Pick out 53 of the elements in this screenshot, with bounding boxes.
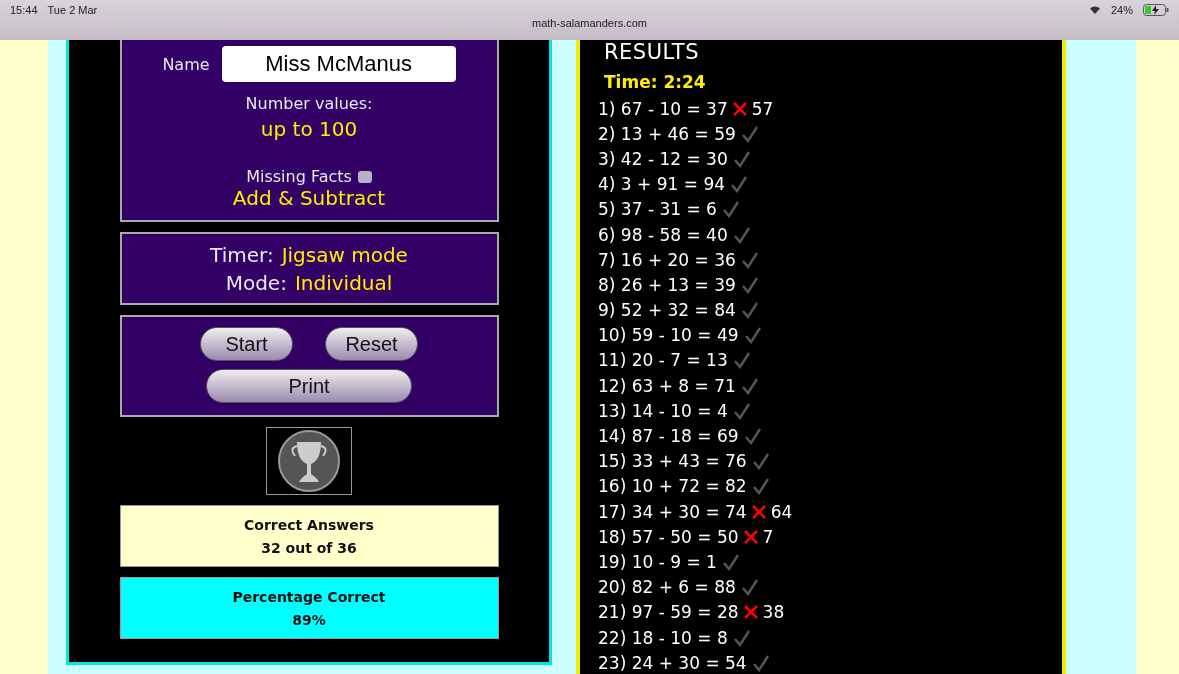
status-time: 15:44 — [10, 4, 38, 16]
percentage-value: 89% — [292, 611, 326, 628]
correct-answer: 57 — [751, 98, 774, 119]
battery-percent: 24% — [1110, 4, 1133, 16]
result-equation: 22) 18 - 10 = 8 — [598, 627, 728, 648]
operation-value: Add & Subtract — [232, 186, 386, 210]
wifi-icon — [1088, 5, 1101, 15]
result-equation: 15) 33 + 43 = 76 — [598, 451, 747, 472]
result-equation: 4) 3 + 91 = 94 — [598, 174, 726, 195]
result-equation: 17) 34 + 30 = 74 — [598, 501, 747, 522]
action-button[interactable]: Reset — [325, 327, 418, 361]
percentage-title: Percentage Correct — [232, 588, 386, 605]
result-equation: 1) 67 - 10 = 37 — [598, 98, 728, 119]
correct-answers-value: 32 out of 36 — [261, 539, 357, 556]
correct-answer: 64 — [770, 501, 793, 522]
missing-facts-checkbox[interactable] — [357, 170, 372, 183]
result-equation: 9) 52 + 32 = 84 — [598, 300, 736, 321]
mode-value: Individual — [294, 270, 393, 295]
result-equation: 2) 13 + 46 = 59 — [598, 123, 736, 144]
results-time: Time: 2:24 — [604, 72, 707, 92]
status-date: Tue 2 Mar — [47, 4, 98, 16]
result-equation: 7) 16 + 20 = 36 — [598, 249, 736, 270]
result-equation: 8) 26 + 13 = 39 — [598, 274, 736, 295]
result-equation: 20) 82 + 6 = 88 — [598, 577, 736, 598]
correct-answer: 7 — [762, 526, 774, 547]
mode-label: Mode: — [225, 270, 287, 295]
result-equation: 6) 98 - 58 = 40 — [598, 224, 728, 245]
name-input[interactable]: Miss McManus — [221, 46, 456, 82]
result-equation: 16) 10 + 72 = 82 — [598, 476, 747, 497]
result-equation: 10) 59 - 10 = 49 — [598, 325, 739, 346]
battery-charging-icon — [1143, 4, 1169, 16]
result-equation: 21) 97 - 59 = 28 — [598, 602, 739, 623]
result-equation: 3) 42 - 12 = 30 — [598, 148, 728, 169]
url-text: math-salamanders.com — [532, 17, 647, 29]
results-title: RESULTS — [604, 40, 701, 64]
timer-label: Timer: — [210, 242, 274, 267]
result-equation: 13) 14 - 10 = 4 — [598, 400, 728, 421]
result-equation: 11) 20 - 7 = 13 — [598, 350, 728, 371]
result-equation: 5) 37 - 31 = 6 — [598, 199, 717, 220]
name-label: Name — [162, 54, 210, 74]
action-button[interactable]: Start — [200, 327, 293, 361]
result-equation: 19) 10 - 9 = 1 — [598, 551, 717, 572]
result-equation: 18) 57 - 50 = 50 — [598, 526, 739, 547]
result-equation: 14) 87 - 18 = 69 — [598, 426, 739, 447]
result-equation: 12) 63 + 8 = 71 — [598, 375, 736, 396]
number-values-label: Number values: — [245, 94, 373, 113]
number-values-value: up to 100 — [260, 117, 358, 141]
result-equation: 23) 24 + 30 = 54 — [598, 652, 747, 673]
timer-value: Jigsaw mode — [281, 242, 408, 267]
missing-facts-label: Missing Facts — [246, 167, 352, 186]
print-button[interactable]: Print — [206, 369, 412, 403]
correct-answers-title: Correct Answers — [244, 516, 374, 533]
correct-answer: 38 — [762, 602, 785, 623]
